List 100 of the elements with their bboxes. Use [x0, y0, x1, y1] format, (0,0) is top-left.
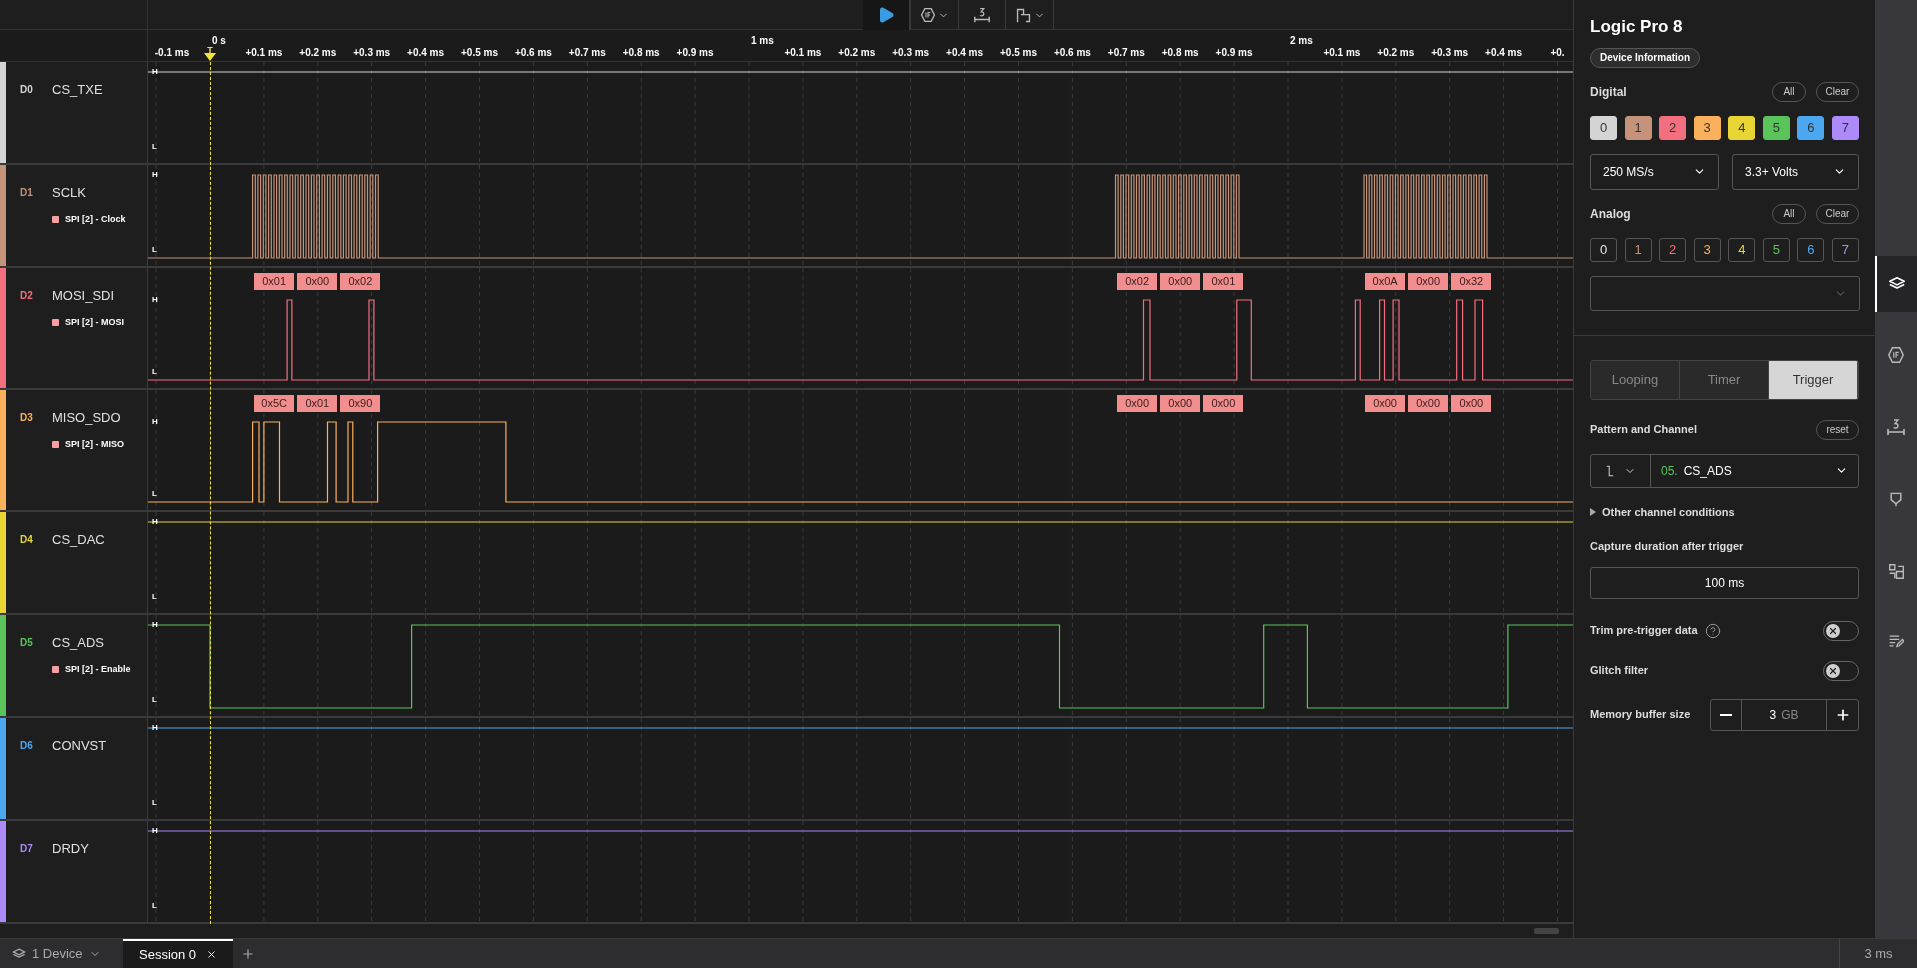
time-axis-label: +0.3 ms — [1431, 46, 1469, 60]
play-button[interactable] — [863, 0, 911, 30]
channel-name[interactable]: CS_TXE — [52, 80, 103, 100]
time-axis-label: +0.6 ms — [1053, 46, 1091, 60]
ruler-icon — [1886, 417, 1906, 437]
high-level-label: H — [152, 296, 158, 304]
analyzer-label[interactable]: SPI [2] - Enable — [65, 662, 131, 676]
decoded-byte-label[interactable]: 0x00 — [1451, 395, 1492, 412]
time-axis-label: +0.7 ms — [1107, 46, 1145, 60]
decoded-byte-label[interactable]: 0x32 — [1451, 273, 1492, 290]
channel-name[interactable]: DRDY — [52, 839, 89, 859]
channel-index: D3 — [20, 411, 34, 426]
voltage-select[interactable]: 3.3+ Volts — [1732, 153, 1859, 190]
notes-pencil-icon — [1888, 633, 1904, 649]
channel-toggle[interactable]: 2 — [1659, 237, 1687, 262]
channel-toggle[interactable]: 7 — [1831, 115, 1859, 140]
decoded-byte-label[interactable]: 0x00 — [1408, 395, 1449, 412]
hexagon-1f-icon — [1887, 346, 1905, 364]
device-info-button[interactable]: Device Information — [1590, 47, 1701, 68]
channel-index: D2 — [20, 289, 34, 304]
time-axis-label: +0.8 ms — [622, 46, 660, 60]
decoded-byte-label[interactable]: 0x0A — [1365, 273, 1406, 290]
disclosure-triangle-icon — [1590, 507, 1596, 516]
high-level-label: H — [152, 418, 158, 426]
channel-toggle[interactable]: 4 — [1728, 115, 1756, 140]
channel-index: D6 — [20, 739, 34, 754]
channel-toggle[interactable]: 2 — [1659, 115, 1687, 140]
section-heading: Digital — [1590, 83, 1628, 101]
time-axis-label: -0.1 ms — [154, 46, 190, 60]
channel-toggle[interactable]: 0 — [1590, 115, 1617, 140]
high-level-label: H — [152, 621, 158, 629]
decoded-byte-label[interactable]: 0x00 — [1203, 395, 1244, 412]
close-icon — [1828, 665, 1838, 676]
channel-toggle[interactable]: 7 — [1831, 237, 1859, 262]
capture-duration-field[interactable]: 100 ms — [1590, 566, 1859, 599]
decoded-byte-label[interactable]: 0x00 — [1408, 273, 1449, 290]
channel-name[interactable]: CS_ADS — [52, 633, 105, 653]
session-tab[interactable]: Session 0 — [123, 939, 234, 968]
capture-mode-tab[interactable]: Trigger — [1769, 360, 1858, 399]
other-conditions-toggle[interactable]: Other channel conditions — [1590, 503, 1859, 520]
decoded-byte-label[interactable]: 0x00 — [1365, 395, 1406, 412]
high-level-label: H — [152, 171, 158, 179]
time-axis-label: +0.2 ms — [1377, 46, 1415, 60]
ruler-icon — [973, 6, 991, 24]
decoded-byte-label[interactable]: 0x90 — [340, 395, 381, 412]
capture-mode-tab[interactable]: Timer — [1680, 360, 1769, 399]
low-level-label: L — [152, 246, 157, 254]
analyzer-label[interactable]: SPI [2] - Clock — [65, 212, 126, 226]
scrollbar-thumb[interactable] — [1534, 928, 1559, 934]
decoded-byte-label[interactable]: 0x00 — [1117, 395, 1158, 412]
device-menu-button[interactable]: 1 Device — [0, 939, 123, 968]
layers-icon — [12, 946, 26, 961]
decoded-byte-label[interactable]: 0x00 — [1160, 273, 1201, 290]
channel-name[interactable]: MISO_SDO — [52, 408, 121, 428]
setting-label: Trim pre-trigger data — [1590, 623, 1698, 639]
high-level-label: H — [152, 827, 158, 835]
analyzer-label[interactable]: SPI [2] - MISO — [65, 437, 124, 451]
channel-toggle[interactable]: 1 — [1624, 237, 1652, 262]
channel-name[interactable]: SCLK — [52, 183, 86, 203]
decoded-byte-label[interactable]: 0x00 — [1160, 395, 1201, 412]
sample-rate-select[interactable]: 250 MS/s — [1590, 153, 1719, 190]
channel-index: D1 — [20, 186, 34, 201]
squares-grid-icon — [1887, 562, 1905, 580]
low-level-label: L — [152, 799, 157, 807]
decoded-byte-label[interactable]: 0x01 — [297, 395, 338, 412]
time-axis-label: +0.6 ms — [514, 46, 552, 60]
low-level-label: L — [152, 490, 157, 498]
time-axis-label: +0.1 ms — [245, 46, 283, 60]
time-axis-label: +0.3 ms — [353, 46, 391, 60]
analyzer-label[interactable]: SPI [2] - MOSI — [65, 315, 124, 329]
channel-toggle[interactable]: 5 — [1762, 237, 1790, 262]
decoded-byte-label[interactable]: 0x5C — [254, 395, 295, 412]
channel-toggle[interactable]: 5 — [1762, 115, 1790, 140]
device-settings-tab[interactable] — [1875, 256, 1917, 312]
low-level-label: L — [152, 902, 157, 910]
play-icon — [877, 6, 895, 24]
decoded-byte-label[interactable]: 0x01 — [1203, 273, 1244, 290]
time-axis-label: +0.4 ms — [407, 46, 445, 60]
channel-index: D7 — [20, 842, 34, 857]
time-axis-label: +0.1 ms — [784, 46, 822, 60]
channel-toggle[interactable]: 6 — [1797, 237, 1825, 262]
time-axis-major-label: 1 ms — [751, 34, 774, 48]
decoded-byte-label[interactable]: 0x00 — [297, 273, 338, 290]
capture-mode-tab[interactable]: Looping — [1591, 360, 1680, 399]
channel-toggle[interactable]: 3 — [1693, 115, 1721, 140]
decoded-byte-label[interactable]: 0x01 — [254, 273, 295, 290]
field-label: Capture duration after trigger — [1590, 539, 1745, 554]
help-icon[interactable] — [1704, 622, 1721, 639]
hexagon-1f-icon — [920, 7, 936, 23]
channel-name[interactable]: CS_DAC — [52, 530, 105, 550]
decoded-byte-label[interactable]: 0x02 — [340, 273, 381, 290]
channel-name[interactable]: MOSI_SDI — [52, 286, 115, 306]
channel-toggle[interactable]: 6 — [1797, 115, 1825, 140]
time-axis-major-label: 0 s — [212, 34, 226, 47]
channel-toggle[interactable]: 3 — [1693, 237, 1721, 262]
channel-toggle[interactable]: 4 — [1728, 237, 1756, 262]
decoded-byte-label[interactable]: 0x02 — [1117, 273, 1158, 290]
channel-name[interactable]: CONVST — [52, 736, 107, 756]
channel-toggle[interactable]: 1 — [1624, 115, 1652, 140]
channel-toggle[interactable]: 0 — [1590, 237, 1617, 262]
